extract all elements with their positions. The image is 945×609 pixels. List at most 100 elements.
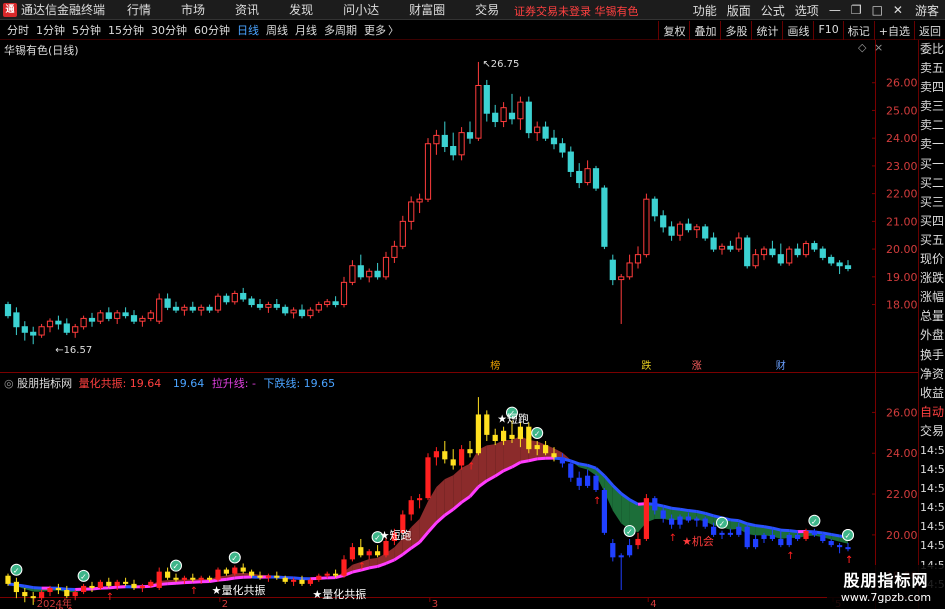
- ind-candle-body-15: [131, 583, 137, 588]
- candle-body-48: [408, 201, 415, 222]
- candle-body-96: [811, 243, 818, 250]
- ind-candle-body-60: [509, 434, 515, 439]
- ind-candle-body-77: [652, 498, 658, 511]
- ind-candle-body-45: [383, 541, 389, 556]
- candle-body-54: [458, 132, 465, 156]
- ind-candle-body-58: [492, 434, 498, 441]
- pane-settings-icon[interactable]: ◇: [858, 41, 866, 54]
- quote-field-19[interactable]: 自动: [919, 403, 945, 422]
- candle-body-7: [63, 323, 70, 333]
- ind-candle-body-99: [836, 545, 843, 548]
- trend-line-seg-25: [209, 578, 219, 583]
- signal-up-arrow-2: ↑: [358, 561, 366, 572]
- trend-line-seg-44: [368, 564, 378, 570]
- candle-body-2: [21, 326, 28, 333]
- candle-body-61: [517, 101, 524, 120]
- indicator-legend-value: 19.64: [172, 377, 205, 390]
- trend-line-seg-63: [528, 457, 538, 463]
- candle-body-84: [710, 237, 717, 250]
- candle-body-100: [844, 265, 852, 269]
- candle-body-92: [777, 254, 784, 264]
- candle-body-59: [500, 107, 507, 123]
- ind-candle-body-28: [240, 567, 246, 572]
- trend-line-seg-90: [755, 524, 765, 529]
- candle-body-77: [651, 198, 658, 217]
- candle-body-40: [340, 281, 348, 306]
- ind-candle-body-40: [341, 559, 347, 576]
- candle-body-14: [122, 312, 129, 317]
- candle-body-58: [492, 112, 499, 123]
- trend-line-seg-4: [33, 586, 42, 590]
- candle-body-20: [172, 306, 180, 311]
- quote-side-column: 委比 卖五 卖四 卖三 卖二 卖一 买一 买二 买三 买四 买五 现价 涨跌 涨幅 总量 外盘 换手 净资 收益 自动…: [918, 40, 945, 609]
- tool-back[interactable]: 返回: [914, 21, 945, 40]
- candle-body-60: [508, 112, 516, 120]
- candle-body-97: [819, 248, 826, 258]
- ind-candle-body-57: [484, 414, 490, 435]
- quote-field-15: 外盘: [920, 328, 945, 343]
- menu-youke[interactable]: 游客: [915, 2, 939, 19]
- ind-candle-body-92: [778, 538, 784, 546]
- candle-body-17: [147, 312, 154, 319]
- candle-body-73: [618, 276, 625, 281]
- ind-candle-body-51: [433, 451, 440, 458]
- indicator-annotation-3: ★量化共振: [312, 587, 366, 601]
- ind-candle-body-29: [248, 571, 255, 576]
- candle-body-89: [752, 254, 759, 267]
- main-ytick-label-1: 25.00: [886, 104, 918, 117]
- indicator-title[interactable]: 股朋指标网: [17, 377, 72, 390]
- candle-body-88: [744, 237, 751, 267]
- pane-close-icon[interactable]: ×: [874, 41, 883, 54]
- quote-field-5: 卖一: [920, 137, 945, 152]
- main-ytick-label-3: 23.00: [886, 160, 918, 173]
- ind-candle-body-33: [282, 577, 288, 582]
- signal-check-mark-8: ✓: [719, 519, 726, 528]
- candle-body-16: [139, 317, 146, 322]
- signal-up-arrow-4: ↑: [593, 496, 601, 507]
- ind-candle-body-74: [626, 545, 633, 556]
- kline-chart[interactable]: 26.00 25.00 24.00 23.00 22.00 21.00 20.00 19.00…: [0, 0, 918, 609]
- ind-candle-body-73: [618, 555, 624, 558]
- candle-body-28: [240, 292, 247, 300]
- quote-field-20[interactable]: 交易: [919, 422, 945, 441]
- candle-body-91: [769, 248, 776, 256]
- ind-candle-body-55: [467, 449, 473, 454]
- candle-body-69: [584, 168, 591, 184]
- indicator-annotation-5: ★机会: [44, 605, 76, 609]
- candle-body-79: [668, 226, 675, 236]
- ind-candle-body-20: [173, 577, 179, 580]
- ind-candle-body-61: [517, 426, 524, 439]
- trend-line-seg-23: [192, 580, 202, 584]
- candle-body-10: [88, 317, 96, 322]
- candle-body-68: [576, 170, 583, 184]
- signal-up-arrow-3: ↑: [467, 461, 475, 472]
- ind-candle-body-41: [349, 547, 356, 560]
- ind-candle-body-84: [710, 526, 717, 535]
- candle-body-24: [206, 306, 213, 311]
- quote-field-18: 收益: [920, 385, 945, 400]
- candle-body-12: [105, 312, 112, 319]
- candle-body-63: [534, 126, 541, 134]
- main-ytick-label-7: 19.00: [886, 271, 918, 284]
- ind-candle-body-70: [593, 475, 599, 490]
- ind-candle-body-95: [803, 530, 809, 539]
- quote-field-9: 买四: [920, 213, 945, 228]
- ind-candle-body-12: [106, 581, 112, 586]
- ind-candle-body-31: [265, 575, 272, 578]
- candle-body-6: [55, 320, 62, 325]
- quote-field-6: 买一: [920, 156, 945, 171]
- ind-candle-body-53: [450, 459, 456, 466]
- ind-candle-body-78: [660, 510, 666, 519]
- ind-candle-body-80: [677, 516, 683, 525]
- candle-body-98: [828, 256, 835, 264]
- candle-body-99: [836, 262, 843, 267]
- signal-up-arrow-0: ↑: [106, 592, 114, 603]
- indicator-settings-icon[interactable]: ◎: [4, 377, 14, 390]
- candle-body-39: [332, 301, 339, 306]
- indicator-annotation-0: ★短跑: [497, 412, 529, 426]
- ind-candle-body-4: [38, 592, 45, 599]
- ind-candle-body-79: [668, 518, 675, 525]
- ind-candle-body-35: [299, 579, 305, 584]
- candle-body-51: [433, 134, 440, 145]
- candle-body-43: [366, 270, 373, 278]
